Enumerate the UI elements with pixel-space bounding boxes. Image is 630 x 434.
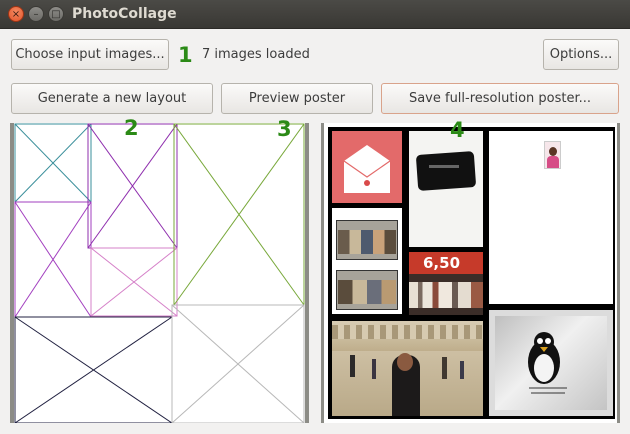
layout-tile-6 [14,316,173,423]
layout-tile-1 [14,123,92,203]
layout-tile-3 [87,123,178,249]
marker-2: 2 [124,116,139,140]
layout-tile-2 [14,201,92,318]
title-bar: × – □ PhotoCollage [0,0,630,29]
poster-preview-panel: 6,50 [321,123,620,423]
preview-poster-button[interactable]: Preview poster [221,83,373,114]
layout-tile-5 [173,123,305,306]
images-loaded-status: 7 images loaded [202,47,310,62]
layout-tile-7 [171,304,305,423]
price-sign-image: 6,50 [409,252,483,315]
envelope-icon [343,145,391,193]
red-envelope-image [332,131,402,203]
price-text: 6,50 [423,254,461,272]
save-poster-button[interactable]: Save full-resolution poster... [381,83,619,114]
close-window-button[interactable]: × [8,6,24,22]
poster-collage: 6,50 [328,127,615,419]
marker-1: 1 [178,43,193,67]
choose-input-images-button[interactable]: Choose input images... [11,39,169,70]
minimize-window-button[interactable]: – [28,6,44,22]
comic-strip-image [332,208,402,314]
options-button[interactable]: Options... [543,39,619,70]
marker-4: 4 [450,118,465,142]
profile-photo-image [489,131,613,304]
maximize-icon: □ [51,9,61,20]
photocollage-window: × – □ PhotoCollage Choose input images..… [0,0,630,434]
window-title: PhotoCollage [72,6,177,22]
minimize-icon: – [33,9,39,20]
generate-layout-button[interactable]: Generate a new layout [11,83,213,114]
layout-preview-panel [10,123,309,423]
layout-tile-4 [90,247,178,317]
marker-3: 3 [277,117,292,141]
close-icon: × [11,9,21,20]
black-tape-image [409,131,483,247]
tux-penguin-icon [528,332,567,394]
layout-wireframe [14,123,305,423]
linux-penguin-cloth-image [489,310,613,416]
maximize-window-button[interactable]: □ [48,6,64,22]
palace-portrait-image [332,321,483,416]
